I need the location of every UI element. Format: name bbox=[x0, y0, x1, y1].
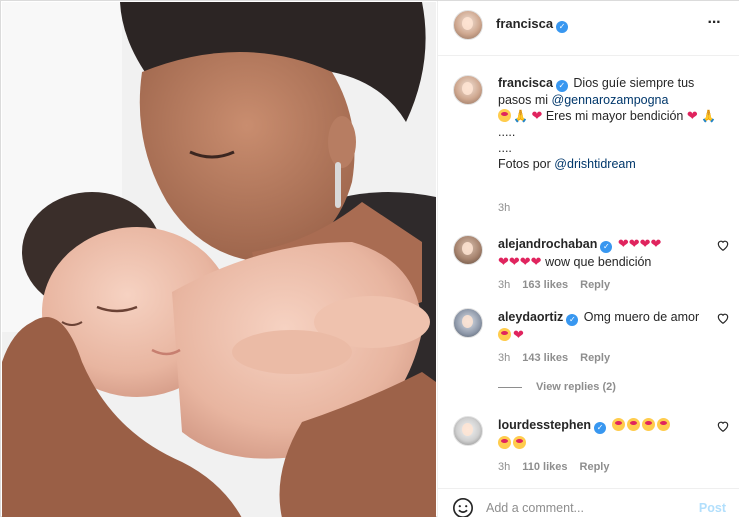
avatar-face bbox=[462, 423, 473, 436]
caption-username[interactable]: francisca bbox=[498, 76, 553, 90]
like-heart-icon[interactable] bbox=[716, 238, 730, 252]
caption-text-part2: Eres mi mayor bendición bbox=[545, 109, 684, 123]
red-heart-emoji-icon: ❤❤❤❤ bbox=[498, 254, 542, 269]
caption-timestamp[interactable]: 3h bbox=[498, 202, 510, 214]
caption-dots-1: ..... bbox=[498, 125, 516, 139]
comment-likes[interactable]: 110 likes bbox=[522, 461, 567, 473]
caption-mention-link[interactable]: @gennarozampogna bbox=[552, 93, 669, 107]
comment-timestamp[interactable]: 3h bbox=[498, 352, 510, 364]
view-replies-button[interactable]: View replies (2) bbox=[498, 381, 616, 393]
avatar-face bbox=[462, 17, 473, 30]
more-horizontal-icon: ··· bbox=[707, 14, 722, 31]
verified-badge-icon: ✓ bbox=[600, 241, 613, 253]
heart-eyes-emoji-icon bbox=[498, 328, 511, 341]
caption-dots-2: .... bbox=[498, 141, 512, 155]
commenter-avatar[interactable] bbox=[453, 235, 483, 265]
comment-meta: 3h 143 likes Reply bbox=[498, 352, 622, 364]
commenter-avatar[interactable] bbox=[453, 308, 483, 338]
praying-hands-emoji-icon: 🙏 bbox=[701, 109, 717, 123]
verified-badge-icon: ✓ bbox=[566, 314, 579, 326]
comment-likes[interactable]: 143 likes bbox=[522, 352, 568, 364]
comment-meta: 3h 110 likes Reply bbox=[498, 461, 622, 473]
praying-hands-emoji-icon: 🙏 bbox=[513, 109, 528, 123]
heart-eyes-emoji-icon bbox=[641, 418, 655, 431]
comment-text: alejandrochaban ✓ ❤❤❤❤ ❤❤❤❤ wow que bendi… bbox=[498, 235, 708, 271]
caption-text: francisca ✓ Dios guíe siempre tus pasos m… bbox=[498, 75, 723, 172]
view-replies-label[interactable]: View replies (2) bbox=[536, 381, 616, 393]
post-modal: francisca ✓ ··· francisca ✓ Dios guíe siem… bbox=[0, 0, 739, 517]
commenter-avatar[interactable] bbox=[453, 416, 483, 446]
red-heart-emoji-icon: ❤❤❤❤ bbox=[617, 236, 662, 251]
caption-photos-by: Fotos por bbox=[498, 157, 551, 171]
like-heart-icon[interactable] bbox=[716, 419, 730, 433]
post-details-panel: francisca ✓ ··· francisca ✓ Dios guíe siem… bbox=[437, 1, 739, 517]
comment-likes[interactable]: 163 likes bbox=[522, 279, 568, 291]
comment-text: lourdesstephen ✓ bbox=[498, 416, 708, 452]
heart-eyes-emoji-icon bbox=[498, 109, 511, 122]
comment-text: aleydaortiz ✓ Omg muero de amor ❤ bbox=[498, 308, 708, 344]
more-options-button[interactable]: ··· bbox=[702, 11, 726, 35]
reply-button[interactable]: Reply bbox=[580, 352, 610, 364]
comment-body: wow que bendición bbox=[545, 255, 652, 269]
verified-badge-icon: ✓ bbox=[555, 80, 568, 92]
heart-eyes-emoji-icon bbox=[611, 418, 625, 431]
comment-username[interactable]: lourdesstephen bbox=[498, 418, 591, 432]
add-comment-input[interactable] bbox=[486, 499, 676, 517]
like-heart-icon[interactable] bbox=[716, 311, 730, 325]
comment-timestamp[interactable]: 3h bbox=[498, 279, 510, 291]
heart-eyes-emoji-icon bbox=[656, 418, 670, 431]
caption-author-avatar[interactable] bbox=[453, 75, 483, 105]
heart-eyes-emoji-icon bbox=[513, 436, 526, 449]
caption-photographer-link[interactable]: @drishtidream bbox=[554, 157, 635, 171]
replies-divider-line bbox=[498, 386, 522, 388]
red-heart-emoji-icon: ❤ bbox=[686, 108, 698, 123]
author-username[interactable]: francisca ✓ bbox=[496, 16, 570, 33]
reply-button[interactable]: Reply bbox=[580, 461, 610, 473]
comment-meta: 3h 163 likes Reply bbox=[498, 279, 622, 291]
author-username-text[interactable]: francisca bbox=[496, 16, 553, 31]
red-heart-emoji-icon: ❤ bbox=[531, 108, 543, 123]
emoji-smile-icon[interactable] bbox=[452, 497, 474, 517]
avatar-face bbox=[462, 315, 473, 328]
heart-eyes-emoji-icon bbox=[626, 418, 640, 431]
heart-eyes-emoji-icon bbox=[498, 436, 511, 449]
add-comment-bar: Post bbox=[438, 488, 739, 517]
post-comment-button[interactable]: Post bbox=[699, 501, 726, 515]
comment-username[interactable]: alejandrochaban bbox=[498, 237, 597, 251]
verified-badge-icon: ✓ bbox=[556, 21, 569, 33]
comment-username[interactable]: aleydaortiz bbox=[498, 310, 563, 324]
author-avatar[interactable] bbox=[453, 10, 483, 40]
post-photo-illustration bbox=[2, 2, 436, 517]
verified-badge-icon: ✓ bbox=[594, 422, 607, 434]
comment-body: Omg muero de amor bbox=[583, 310, 700, 324]
post-photo[interactable] bbox=[2, 2, 436, 517]
post-header: francisca ✓ ··· bbox=[438, 1, 739, 56]
comment-timestamp[interactable]: 3h bbox=[498, 461, 510, 473]
avatar-face bbox=[462, 82, 473, 95]
avatar-face bbox=[462, 242, 473, 255]
red-heart-emoji-icon: ❤ bbox=[513, 327, 524, 342]
reply-button[interactable]: Reply bbox=[580, 279, 610, 291]
